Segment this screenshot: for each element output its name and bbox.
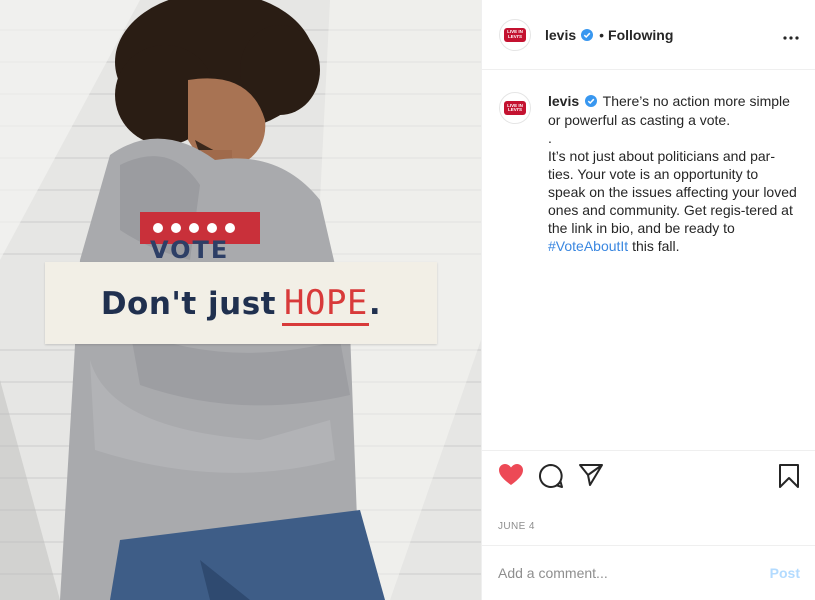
comment-input[interactable] — [498, 565, 770, 581]
verified-badge-icon — [581, 28, 594, 41]
caption-avatar[interactable]: LIVE IN LEVI'S — [499, 92, 531, 124]
action-bar — [482, 450, 815, 500]
avatar-badge-text: LIVE IN LEVI'S — [507, 29, 523, 39]
levis-logo-icon: LIVE IN LEVI'S — [504, 101, 526, 115]
verified-badge-icon — [585, 93, 598, 111]
profile-avatar[interactable]: LIVE IN LEVI'S — [499, 18, 531, 51]
banner-suffix: . — [368, 286, 382, 322]
caption-line-3: It’s not just about politicians and par-… — [548, 148, 797, 236]
following-button[interactable]: Following — [608, 27, 673, 43]
share-icon[interactable] — [578, 463, 604, 492]
banner-emphasis: HOPE — [282, 283, 369, 326]
image-text-banner: Don't just HOPE. — [45, 262, 437, 344]
levis-logo-icon: LIVE IN LEVI'S — [504, 27, 526, 42]
bookmark-icon[interactable] — [778, 463, 800, 494]
hoodie-print-text: VOTE — [150, 236, 230, 264]
caption-hashtag[interactable]: #VoteAboutIt — [548, 238, 628, 254]
comment-form: Post — [482, 545, 815, 600]
caption-avatar-badge-text: LIVE IN LEVI'S — [507, 102, 523, 112]
caption-username[interactable]: levis — [548, 93, 579, 109]
post-comment-button[interactable]: Post — [770, 565, 800, 581]
more-horizontal-icon[interactable] — [783, 27, 799, 45]
caption-tail: this fall. — [628, 238, 680, 254]
banner-prefix: Don't just — [100, 286, 276, 322]
banner-text: Don't just HOPE. — [100, 283, 382, 326]
caption-section: LIVE IN LEVI'S levis There’s no action m… — [482, 70, 815, 450]
post-header: LIVE IN LEVI'S levis • Following — [482, 0, 815, 70]
caption-line-2: . — [548, 130, 552, 146]
heart-filled-icon[interactable] — [498, 463, 524, 492]
caption-text: levis There’s no action more simple or p… — [548, 92, 798, 255]
header-username[interactable]: levis — [545, 27, 576, 43]
header-separator: • — [599, 26, 605, 43]
comment-icon[interactable] — [538, 463, 564, 494]
post-date[interactable]: JUNE 4 — [498, 521, 535, 532]
post-side-panel: LIVE IN LEVI'S levis • Following LIVE IN… — [481, 0, 815, 600]
post-image[interactable]: Don't just HOPE. VOTE — [0, 0, 481, 600]
